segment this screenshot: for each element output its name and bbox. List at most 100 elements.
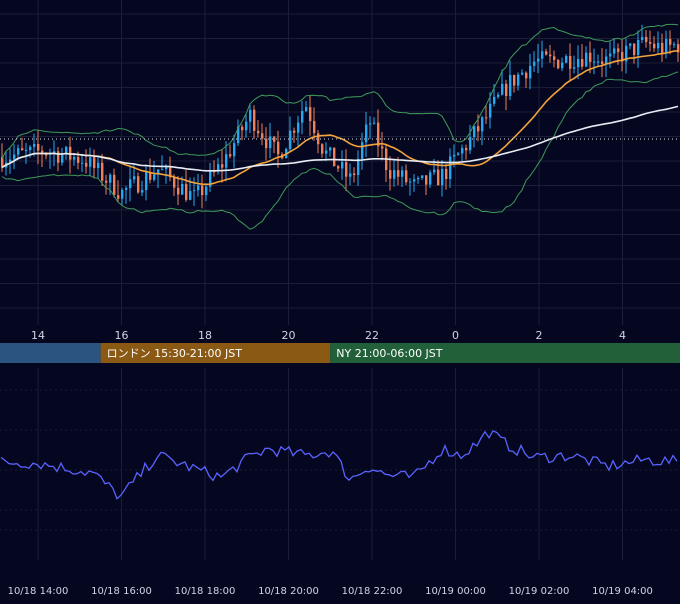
candle-down xyxy=(149,158,152,184)
candle-body xyxy=(629,43,632,46)
candle-body xyxy=(617,48,620,52)
candle-body xyxy=(153,174,156,180)
candle-up xyxy=(373,117,376,125)
candle-up xyxy=(657,31,660,53)
candle-up xyxy=(61,147,64,166)
candle-down xyxy=(525,71,528,88)
candle-down xyxy=(645,30,648,48)
main-x-tick-label: 18 xyxy=(198,329,212,342)
candle-up xyxy=(249,104,252,133)
candle-body xyxy=(177,187,180,195)
candle-body xyxy=(649,41,652,44)
candle-body xyxy=(29,146,32,151)
candle-body xyxy=(253,109,256,131)
candle-body xyxy=(109,174,112,183)
candle-body xyxy=(645,36,648,42)
candle-up xyxy=(237,119,240,146)
candle-body xyxy=(141,190,144,193)
candle-body xyxy=(293,130,296,133)
candle-body xyxy=(117,195,120,199)
main-x-tick-label: 16 xyxy=(115,329,129,342)
candle-up xyxy=(401,166,404,188)
candle-down xyxy=(221,149,224,183)
candle-down xyxy=(581,44,584,70)
candle-body xyxy=(273,136,276,142)
bottom-x-tick-label: 10/19 00:00 xyxy=(425,586,486,597)
candle-down xyxy=(113,168,116,198)
candle-body xyxy=(497,94,500,97)
candle-up xyxy=(145,164,148,201)
candle-up xyxy=(153,160,156,182)
candle-body xyxy=(597,61,600,63)
candle-up xyxy=(5,151,8,176)
candle-down xyxy=(545,48,548,56)
candle-up xyxy=(541,40,544,68)
candle-body xyxy=(449,156,452,179)
candle-body xyxy=(549,54,552,57)
candles xyxy=(1,24,680,209)
candle-up xyxy=(481,115,484,146)
candle-body xyxy=(105,180,108,183)
candle-body xyxy=(181,183,184,195)
candle-down xyxy=(557,58,560,70)
candle-body xyxy=(361,142,364,159)
candle-up xyxy=(529,53,532,90)
candle-down xyxy=(241,124,244,141)
candle-body xyxy=(13,154,16,160)
candle-body xyxy=(517,74,520,86)
candle-up xyxy=(89,147,92,177)
candle-up xyxy=(217,157,220,175)
candle-body xyxy=(409,181,412,183)
candle-body xyxy=(57,151,60,163)
candle-up xyxy=(357,150,360,186)
candle-body xyxy=(189,190,192,200)
candle-body xyxy=(333,147,336,167)
candle-body xyxy=(33,143,36,147)
candle-body xyxy=(349,173,352,177)
candle-body xyxy=(453,154,456,157)
candle-down xyxy=(649,30,652,52)
main-x-tick-label: 14 xyxy=(31,329,45,342)
candle-up xyxy=(613,38,616,58)
candle-body xyxy=(493,96,496,104)
candle-up xyxy=(637,30,640,68)
candle-body xyxy=(393,170,396,179)
candle-up xyxy=(449,148,452,188)
candle-body xyxy=(521,72,524,75)
candle-body xyxy=(265,138,268,149)
candle-body xyxy=(325,150,328,154)
candle-body xyxy=(193,190,196,192)
candle-up xyxy=(209,162,212,193)
candle-body xyxy=(609,53,612,57)
candle-down xyxy=(169,156,172,182)
bollinger-lower-line xyxy=(1,71,679,230)
candle-body xyxy=(241,126,244,131)
candle-body xyxy=(121,189,124,199)
main-x-axis: 14 16 18 20 22 0 2 4 xyxy=(31,329,626,342)
candle-body xyxy=(309,107,312,122)
candle-body xyxy=(93,157,96,169)
candle-body xyxy=(313,121,316,134)
candle-up xyxy=(289,116,292,152)
candle-down xyxy=(317,130,320,154)
candle-up xyxy=(245,113,248,138)
trading-chart[interactable]: 14 16 18 20 22 0 2 4 ロンドン 15:30-21:00 JST NY 21:0… xyxy=(0,0,680,600)
candle-up xyxy=(421,175,424,180)
candle-up xyxy=(409,178,412,196)
candle-body xyxy=(125,188,128,190)
candle-up xyxy=(13,144,16,170)
candle-up xyxy=(641,24,644,44)
candle-down xyxy=(41,145,44,168)
candle-body xyxy=(585,52,588,67)
candle-body xyxy=(397,170,400,177)
candle-body xyxy=(45,154,48,156)
candle-body xyxy=(437,169,440,186)
candle-body xyxy=(489,103,492,118)
candle-body xyxy=(321,144,324,154)
candle-body xyxy=(441,168,444,186)
candle-up xyxy=(325,142,328,161)
candle-body xyxy=(161,169,164,171)
candle-down xyxy=(137,172,140,194)
candle-body xyxy=(201,185,204,196)
candle-down xyxy=(353,167,356,183)
